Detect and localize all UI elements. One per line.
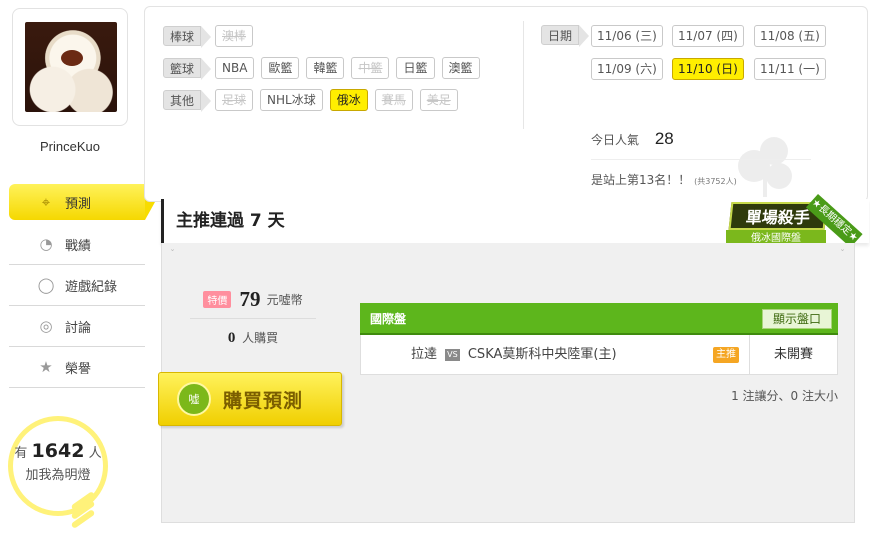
follow-link[interactable]: 加我為明燈: [10, 464, 106, 483]
market-title: 國際盤: [370, 312, 407, 326]
price-value: 79: [239, 287, 261, 311]
sport-chip[interactable]: 日籃: [396, 57, 435, 79]
sport-chip[interactable]: 歐籃: [261, 57, 300, 79]
popularity-value: 28: [654, 129, 674, 148]
fans-prefix: 有: [14, 446, 28, 461]
table-row: 拉達 VS CSKA莫斯科中央陸軍(主) 主推 未開賽: [360, 335, 838, 375]
sidebar-item-label: 遊戲紀錄: [65, 279, 118, 295]
price-currency: 元噓幣: [266, 293, 303, 307]
rank-label: 是站上第13名！！: [591, 173, 691, 187]
sport-chip: 足球: [215, 89, 254, 111]
sidebar-item-discuss[interactable]: ◎ 討論: [9, 306, 145, 347]
sidebar-item-record[interactable]: ◔ 戰績: [9, 224, 145, 265]
matchup: 拉達 VS CSKA莫斯科中央陸軍(主): [411, 335, 617, 375]
avatar[interactable]: [25, 22, 117, 112]
sport-chip[interactable]: 韓籃: [306, 57, 345, 79]
buyers: 0 人購買: [190, 329, 316, 347]
sport-chip: 賽馬: [374, 89, 413, 111]
sport-chip-active[interactable]: 俄冰: [329, 89, 368, 111]
divider: [591, 159, 811, 160]
category-tag: 棒球: [163, 26, 212, 48]
sidebar-item-label: 討論: [65, 320, 92, 336]
buy-button-label: 購買預測: [223, 389, 304, 412]
rank-total: (共3752人): [694, 177, 737, 186]
chat-search-icon: ◎: [39, 317, 53, 335]
game-status: 未開賽: [749, 335, 837, 375]
sidebar-item-label: 預測: [65, 196, 92, 212]
home-team[interactable]: CSKA莫斯科中央陸軍(主): [468, 347, 617, 362]
sport-chip[interactable]: NBA: [215, 57, 255, 79]
vs-icon: VS: [445, 348, 460, 361]
market-summary: 1 注讓分、0 注大小: [731, 389, 838, 403]
pin-icon: ˇ: [170, 249, 175, 260]
popularity: 今日人氣 28: [591, 129, 674, 149]
price: 特價 79 元噓幣: [190, 287, 316, 312]
prediction-panel: ˇ ˇ 特價 79 元噓幣 0 人購買 噓 購買預測 國際盤 顯示盤口 拉達 V…: [158, 243, 855, 523]
date-chip[interactable]: 11/11 (一): [754, 58, 826, 80]
market-table: 國際盤 顯示盤口 拉達 VS CSKA莫斯科中央陸軍(主) 主推 未開賽 1 注…: [360, 303, 838, 403]
sport-chip: 美足: [419, 89, 458, 111]
clover-watermark-icon: [738, 137, 792, 197]
sport-chip[interactable]: NHL冰球: [260, 89, 323, 111]
chart-icon: ◔: [39, 235, 53, 253]
sidebar-item-predict[interactable]: ⌖ 預測: [9, 184, 155, 220]
date-chip[interactable]: 11/06 (三): [591, 25, 663, 47]
buyers-label: 人購買: [242, 331, 279, 345]
filter-row-other: 其他 足球 NHL冰球 俄冰 賽馬 美足: [163, 89, 465, 112]
fans-unit: 人: [88, 446, 102, 461]
circle-icon: ◯: [37, 276, 55, 294]
sidebar-item-history[interactable]: ◯ 遊戲紀錄: [9, 265, 145, 306]
divider: [190, 318, 316, 319]
page-root: PrinceKuo ⌖ 預測 ◔ 戰績 ◯ 遊戲紀錄 ◎ 討論 ★ 榮譽 有 1…: [0, 0, 870, 544]
fans-count: 1642: [31, 440, 85, 462]
popularity-label: 今日人氣: [591, 133, 640, 147]
avatar-card[interactable]: [12, 8, 128, 126]
date-chip-active[interactable]: 11/10 (日): [672, 58, 744, 80]
market-header: 國際盤 顯示盤口: [360, 303, 838, 335]
filter-row-basketball: 籃球 NBA 歐籃 韓籃 中籃 日籃 澳籃: [163, 57, 487, 80]
rank-text: 是站上第13名！！ (共3752人): [591, 171, 737, 188]
sidebar-nav: ⌖ 預測 ◔ 戰績 ◯ 遊戲紀錄 ◎ 討論 ★ 榮譽: [9, 184, 155, 388]
category-tag: 其他: [163, 90, 212, 112]
sport-chip: 澳棒: [215, 25, 254, 47]
show-odds-button[interactable]: 顯示盤口: [761, 309, 832, 329]
sidebar-item-honor[interactable]: ★ 榮譽: [9, 347, 145, 388]
special-tag: 特價: [203, 291, 232, 308]
date-chip[interactable]: 11/09 (六): [591, 58, 663, 80]
category-tag: 籃球: [163, 58, 212, 80]
date-chip[interactable]: 11/08 (五): [754, 25, 826, 47]
username[interactable]: PrinceKuo: [12, 139, 128, 154]
filter-row-baseball: 棒球 澳棒: [163, 25, 260, 48]
buy-prediction-button[interactable]: 噓 購買預測: [158, 372, 342, 426]
filter-panel: 棒球 澳棒 籃球 NBA 歐籃 韓籃 中籃 日籃 澳籃 其他 足球 NHL冰球 …: [144, 6, 868, 202]
buyers-count: 0: [227, 330, 236, 346]
medal-icon: ★: [39, 358, 53, 376]
bulb-icon: [66, 491, 102, 535]
sport-chip: 中籃: [351, 57, 390, 79]
sport-chip[interactable]: 澳籃: [441, 57, 480, 79]
divider: [523, 21, 524, 129]
away-team[interactable]: 拉達: [411, 347, 437, 362]
fans-counter[interactable]: 有 1642 人 加我為明燈: [10, 440, 106, 483]
pick-badge: 主推: [713, 347, 739, 363]
coin-icon: 噓: [177, 382, 211, 416]
target-icon: ⌖: [41, 193, 51, 211]
date-chip[interactable]: 11/07 (四): [672, 25, 744, 47]
sidebar-item-label: 榮譽: [65, 361, 92, 377]
sidebar-item-label: 戰績: [65, 238, 92, 254]
pin-icon: ˇ: [840, 249, 845, 260]
date-label: 日期: [541, 25, 590, 47]
